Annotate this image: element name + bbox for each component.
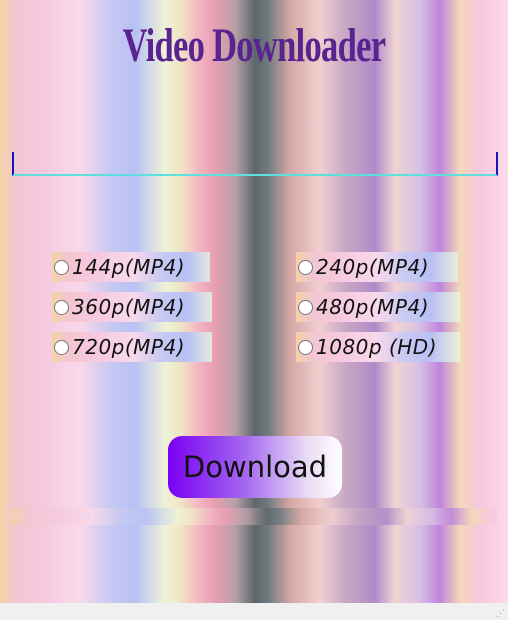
radio-1080p[interactable] [298,339,313,355]
option-144p[interactable]: 144p(MP4) [52,252,210,282]
option-label: 720p(MP4) [72,335,186,359]
radio-480p[interactable] [298,299,313,315]
app-window: Video Downloader 144p(MP4) 240p(MP4) 360… [0,0,508,603]
resize-grip-icon[interactable]: ⋰ [496,610,505,619]
status-bar: ⋰ [0,603,508,620]
radio-240p[interactable] [298,259,313,275]
url-input[interactable] [12,152,498,176]
option-label: 1080p (HD) [316,335,437,359]
option-label: 144p(MP4) [72,255,186,279]
option-360p[interactable]: 360p(MP4) [52,292,212,322]
radio-144p[interactable] [54,259,69,275]
radio-360p[interactable] [54,299,69,315]
option-label: 240p(MP4) [316,255,430,279]
option-720p[interactable]: 720p(MP4) [52,332,212,362]
download-button[interactable]: Download [168,436,342,498]
option-label: 360p(MP4) [72,295,186,319]
radio-720p[interactable] [54,339,69,355]
option-label: 480p(MP4) [316,295,430,319]
option-480p[interactable]: 480p(MP4) [296,292,460,322]
status-area [12,508,498,525]
option-240p[interactable]: 240p(MP4) [296,252,458,282]
page-title: Video Downloader [122,19,386,72]
option-1080p[interactable]: 1080p (HD) [296,332,460,362]
